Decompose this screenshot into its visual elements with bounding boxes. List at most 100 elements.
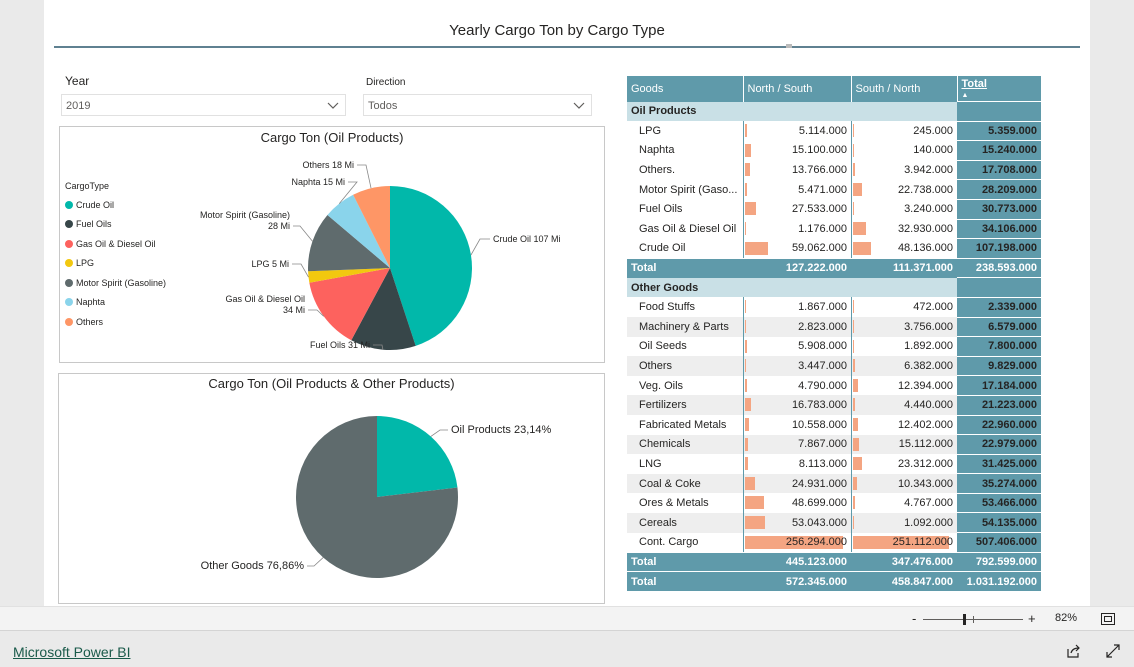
power-bi-link[interactable]: Microsoft Power BI — [13, 644, 130, 660]
south-north-cell: 245.000 — [851, 121, 957, 141]
group-header-row[interactable]: Oil Products — [627, 101, 1041, 122]
table-row[interactable]: Fabricated Metals 10.558.000 12.402.000 22.… — [627, 414, 1041, 435]
col-header-south-north[interactable]: South / North — [851, 76, 958, 102]
table-row[interactable]: Fuel Oils 27.533.000 3.240.000 30.773.000 — [627, 198, 1041, 220]
all-products-pie-chart[interactable]: Oil Products 23,14% Other Goods 76,86% — [59, 374, 606, 605]
fit-to-page-icon[interactable] — [1101, 613, 1115, 625]
zoom-slider-tick — [973, 616, 974, 623]
data-bar — [745, 241, 768, 255]
zoom-level: 82% — [1055, 612, 1078, 624]
zoom-out-button[interactable]: - — [912, 611, 916, 626]
subtotal-row: Total 127.222.000 111.371.000 238.593.000 — [627, 257, 1041, 278]
table-row[interactable]: Gas Oil & Diesel Oil 1.176.000 32.930.000 3… — [627, 218, 1041, 239]
year-slicer-label: Year — [65, 74, 90, 88]
oil-pie-chart[interactable]: Crude Oil 107 Mi Fuel Oils 31 Mi Gas Oil &… — [60, 127, 606, 364]
cell-value: 472.000 — [913, 301, 953, 314]
all-products-pie-visual[interactable]: Cargo Ton (Oil Products & Other Products… — [58, 373, 605, 604]
north-south-cell: 59.062.000 — [743, 238, 851, 259]
table-row[interactable]: Crude Oil 59.062.000 48.136.000 107.198.000 — [627, 238, 1041, 259]
zoom-slider-thumb[interactable] — [963, 614, 966, 625]
row-total-cell: 17.184.000 — [957, 375, 1041, 396]
data-bar — [745, 202, 756, 216]
sort-ascending-icon: ▲ — [961, 92, 969, 99]
data-bar — [745, 320, 747, 334]
fullscreen-icon[interactable] — [1106, 644, 1120, 658]
bar-axis-line — [851, 434, 852, 455]
row-goods-name: Cereals — [627, 512, 743, 533]
table-row[interactable]: Oil Seeds 5.908.000 1.892.000 7.800.000 — [627, 336, 1041, 357]
south-north-cell: 12.394.000 — [851, 375, 957, 396]
report-title: Yearly Cargo Ton by Cargo Type — [449, 22, 665, 39]
cell-value: 48.136.000 — [897, 242, 953, 255]
zoom-slider[interactable] — [923, 614, 1023, 625]
table-row[interactable]: Others 3.447.000 6.382.000 9.829.000 — [627, 355, 1041, 376]
subtotal-row: Total 445.123.000 347.476.000 792.599.000 — [627, 551, 1041, 572]
north-south-cell: 5.114.000 — [743, 121, 851, 141]
row-total-cell: 9.829.000 — [957, 355, 1041, 376]
leader-line — [292, 263, 309, 278]
cell-value: 3.447.000 — [798, 360, 847, 373]
table-row[interactable]: Food Stuffs 1.867.000 472.000 2.339.000 — [627, 296, 1041, 318]
direction-slicer-dropdown[interactable]: Todos — [363, 94, 592, 116]
south-north-cell: 4.440.000 — [851, 395, 957, 415]
row-goods-name: Motor Spirit (Gaso... — [627, 179, 743, 200]
col-header-north-south[interactable]: North / South — [743, 76, 852, 102]
share-icon[interactable] — [1067, 644, 1081, 658]
table-row[interactable]: Machinery & Parts 2.823.000 3.756.000 6.579… — [627, 316, 1041, 337]
data-bar — [853, 182, 862, 196]
zoom-in-button[interactable]: + — [1028, 611, 1036, 626]
data-bar — [853, 222, 866, 236]
table-row[interactable]: Fertilizers 16.783.000 4.440.000 21.223.000 — [627, 394, 1041, 415]
table-row[interactable]: Motor Spirit (Gaso... 5.471.000 22.738.000… — [627, 179, 1041, 200]
subtotal-south-north: 111.371.000 — [851, 257, 957, 278]
bar-axis-line — [743, 317, 744, 337]
group-total-empty — [957, 101, 1041, 122]
footer-bar: Microsoft Power BI — [0, 630, 1134, 667]
north-south-cell: 1.176.000 — [743, 219, 851, 239]
cell-value: 256.294.000 — [785, 536, 847, 549]
title-divider — [54, 46, 1080, 48]
south-north-cell: 22.738.000 — [851, 179, 957, 200]
data-bar — [745, 398, 752, 412]
table-row[interactable]: LNG 8.113.000 23.312.000 31.425.000 — [627, 453, 1041, 474]
group-header-row[interactable]: Other Goods — [627, 277, 1041, 298]
cell-value: 15.112.000 — [898, 438, 953, 451]
table-row[interactable]: Coal & Coke 24.931.000 10.343.000 35.274.00… — [627, 473, 1041, 494]
col-header-total[interactable]: Total ▲ — [957, 76, 1042, 102]
table-row[interactable]: Cont. Cargo 256.294.000 251.112.000 507.406… — [627, 532, 1041, 553]
row-goods-name: Oil Seeds — [627, 336, 743, 357]
cell-value: 2.823.000 — [798, 320, 847, 333]
bar-axis-line — [743, 356, 744, 376]
cell-value: 12.394.000 — [897, 379, 953, 392]
row-total-cell: 53.466.000 — [957, 492, 1041, 513]
table-row[interactable]: Ores & Metals 48.699.000 4.767.000 53.466.0… — [627, 492, 1041, 513]
cell-value: 1.892.000 — [904, 340, 953, 353]
year-slicer-value: 2019 — [66, 100, 91, 112]
south-north-cell: 4.767.000 — [851, 493, 957, 513]
cell-value: 3.756.000 — [904, 320, 953, 333]
subtotal-label: Total — [627, 551, 743, 572]
year-slicer-dropdown[interactable]: 2019 — [61, 94, 346, 116]
table-row[interactable]: Chemicals 7.867.000 15.112.000 22.979.000 — [627, 434, 1041, 455]
cell-value: 12.402.000 — [897, 418, 953, 431]
slice-oil-products[interactable] — [377, 416, 458, 497]
bar-axis-line — [743, 160, 744, 180]
visual-drag-handle[interactable] — [786, 44, 792, 48]
row-total-cell: 35.274.000 — [957, 473, 1041, 494]
table-row[interactable]: Cereals 53.043.000 1.092.000 54.135.000 — [627, 512, 1041, 533]
row-total-cell: 34.106.000 — [957, 218, 1041, 239]
table-row[interactable]: Veg. Oils 4.790.000 12.394.000 17.184.000 — [627, 375, 1041, 396]
table-row[interactable]: Others. 13.766.000 3.942.000 17.708.000 — [627, 159, 1041, 180]
oil-products-pie-visual[interactable]: Cargo Ton (Oil Products) CargoType Crude… — [59, 126, 605, 363]
row-total-cell: 28.209.000 — [957, 179, 1041, 200]
col-header-goods[interactable]: Goods — [627, 76, 744, 102]
cargo-matrix[interactable]: Goods North / South South / North Total … — [627, 76, 1042, 592]
cell-value: 4.767.000 — [904, 497, 953, 510]
cell-value: 245.000 — [913, 124, 953, 137]
subtotal-north-south: 127.222.000 — [743, 257, 851, 278]
leader-line — [470, 238, 490, 256]
chevron-down-icon — [327, 102, 339, 109]
table-row[interactable]: LPG 5.114.000 245.000 5.359.000 — [627, 120, 1041, 141]
data-bar — [745, 182, 748, 196]
table-row[interactable]: Naphta 15.100.000 140.000 15.240.000 — [627, 140, 1041, 161]
